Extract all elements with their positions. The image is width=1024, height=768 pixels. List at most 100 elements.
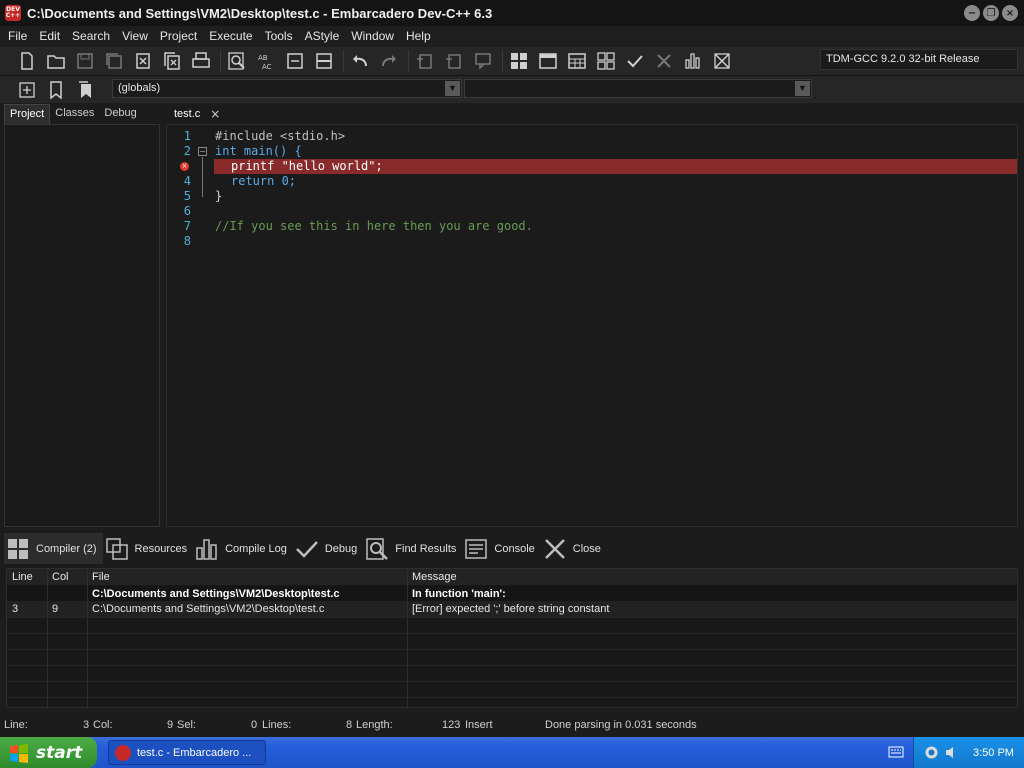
column-header-file[interactable]: File — [87, 569, 407, 585]
fold-collapse-icon[interactable]: − — [198, 147, 207, 156]
menu-window[interactable]: Window — [345, 26, 400, 47]
close-window-button[interactable]: × — [1002, 5, 1018, 21]
project-options-button[interactable] — [470, 48, 496, 74]
status-line-label: Line: — [4, 719, 28, 731]
grid-line — [7, 697, 1017, 698]
redo-button[interactable] — [376, 48, 402, 74]
code-text: int main() { — [215, 144, 302, 158]
close-file-button[interactable] — [130, 48, 156, 74]
clock[interactable]: 3:50 PM — [973, 747, 1014, 759]
save-button[interactable] — [72, 48, 98, 74]
compiler-messages-table[interactable]: Line Col File Message C:\Documents and S… — [6, 568, 1018, 708]
menu-file[interactable]: File — [2, 26, 33, 47]
taskbar-item-devcpp[interactable]: test.c - Embarcadero ... — [108, 740, 266, 765]
menu-tools[interactable]: Tools — [259, 26, 299, 47]
save-all-button[interactable] — [101, 48, 127, 74]
table-row[interactable]: C:\Documents and Settings\VM2\Desktop\te… — [7, 586, 1017, 602]
close-tab-icon[interactable]: × — [210, 105, 220, 124]
tab-find-results[interactable]: Find Results — [363, 533, 462, 564]
line-number: 7 — [183, 219, 191, 233]
menu-edit[interactable]: Edit — [33, 26, 66, 47]
undo-button[interactable] — [347, 48, 373, 74]
start-label: start — [36, 742, 83, 763]
chevron-down-icon[interactable]: ▼ — [445, 81, 460, 96]
chart-icon — [685, 53, 700, 69]
insert-button[interactable] — [14, 77, 40, 103]
column-header-line[interactable]: Line — [7, 569, 47, 585]
compile-run-button[interactable] — [564, 48, 590, 74]
code-line: 5 } — [167, 189, 1017, 204]
delete-profile-button[interactable] — [709, 48, 735, 74]
compiler-set-select[interactable]: TDM-GCC 9.2.0 32-bit Release — [820, 49, 1018, 70]
find-button[interactable] — [224, 48, 250, 74]
code-text: printf "hello world"; — [231, 159, 383, 173]
maximize-button[interactable]: ❐ — [983, 5, 999, 21]
menu-astyle[interactable]: AStyle — [299, 26, 346, 47]
tab-compile-log-label: Compile Log — [225, 542, 287, 555]
error-marker-icon[interactable]: × — [180, 162, 189, 171]
table-row[interactable]: 3 9 C:\Documents and Settings\VM2\Deskto… — [7, 601, 1017, 617]
toggle-bookmark-button[interactable] — [43, 77, 69, 103]
comment-icon — [475, 53, 491, 70]
window-title: C:\Documents and Settings\VM2\Desktop\te… — [27, 5, 493, 21]
system-tray: 3:50 PM — [913, 737, 1024, 768]
run-button[interactable] — [535, 48, 561, 74]
tab-compile-log[interactable]: Compile Log — [193, 533, 293, 564]
print-button[interactable] — [188, 48, 214, 74]
scope-combo[interactable]: (globals) ▼ — [112, 79, 462, 98]
tab-resources[interactable]: Resources — [103, 533, 194, 564]
open-file-button[interactable] — [43, 48, 69, 74]
undo-icon — [353, 55, 367, 67]
menu-execute[interactable]: Execute — [203, 26, 258, 47]
chevron-down-icon[interactable]: ▼ — [795, 81, 810, 96]
menu-help[interactable]: Help — [400, 26, 437, 47]
code-editor[interactable]: 1 #include <stdio.h> 2 − int main() { × … — [166, 124, 1018, 527]
tab-console[interactable]: Console — [462, 533, 540, 564]
tab-debug-output[interactable]: Debug — [293, 533, 363, 564]
minimize-button[interactable]: − — [964, 5, 980, 21]
close-panel-button[interactable]: Close — [541, 533, 607, 564]
tab-console-label: Console — [494, 542, 535, 555]
line-number: 8 — [183, 234, 191, 248]
volume-icon[interactable] — [944, 745, 959, 760]
remove-file-button[interactable] — [441, 48, 467, 74]
network-icon[interactable] — [924, 745, 939, 760]
compile-button[interactable] — [506, 48, 532, 74]
column-header-col[interactable]: Col — [47, 569, 87, 585]
replace-icon: ABAC — [258, 54, 272, 71]
status-col-label: Col: — [93, 719, 113, 731]
grid-line — [87, 569, 88, 707]
compile-grid-icon — [511, 53, 527, 69]
goto-bookmark-button[interactable] — [72, 77, 98, 103]
replace-button[interactable]: AB AC — [253, 48, 279, 74]
close-icon — [544, 538, 565, 559]
menu-search[interactable]: Search — [66, 26, 116, 47]
rebuild-button[interactable] — [593, 48, 619, 74]
tab-classes[interactable]: Classes — [50, 104, 99, 124]
column-header-message[interactable]: Message — [407, 569, 1017, 585]
menu-project[interactable]: Project — [154, 26, 203, 47]
start-button[interactable]: start — [0, 737, 97, 768]
tab-project[interactable]: Project — [4, 104, 51, 124]
menu-view[interactable]: View — [116, 26, 154, 47]
project-browser-panel[interactable] — [4, 124, 160, 527]
profile-button[interactable] — [680, 48, 706, 74]
resources-icon — [105, 537, 128, 560]
find-results-icon — [366, 537, 389, 560]
bookmark-line-button[interactable] — [311, 48, 337, 74]
close-all-button[interactable] — [159, 48, 185, 74]
find-icon — [228, 52, 245, 70]
syntax-check-button[interactable] — [622, 48, 648, 74]
stop-x-icon — [657, 54, 671, 68]
function-combo[interactable]: ▼ — [464, 79, 812, 98]
new-project-button[interactable] — [412, 48, 438, 74]
keyboard-icon[interactable] — [888, 745, 904, 759]
devcpp-app-icon[interactable]: DEV C++ — [5, 5, 21, 21]
tab-debug[interactable]: Debug — [99, 104, 141, 124]
tab-compiler[interactable]: Compiler (2) — [4, 533, 103, 564]
goto-line-button[interactable] — [282, 48, 308, 74]
editor-tab-test-c[interactable]: test.c × — [166, 104, 229, 124]
svg-text:AC: AC — [262, 63, 272, 71]
new-file-button[interactable] — [14, 48, 40, 74]
stop-execution-button[interactable] — [651, 48, 677, 74]
